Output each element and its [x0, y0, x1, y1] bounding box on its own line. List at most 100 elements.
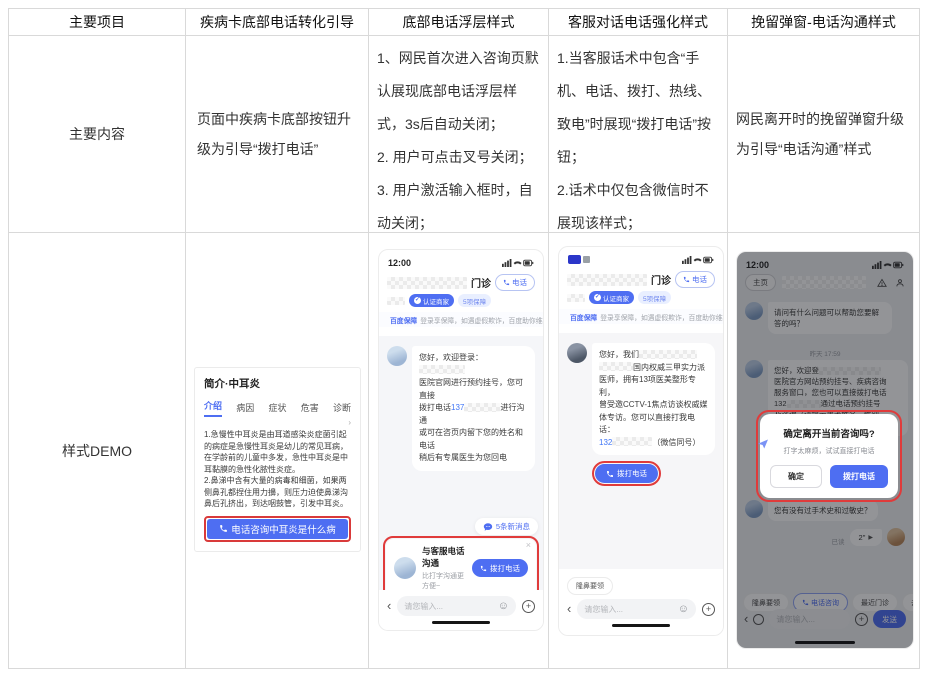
modal-title: 确定离开当前咨询吗? [768, 426, 890, 440]
chat-bubble-icon [483, 522, 493, 532]
home-indicator [612, 624, 670, 627]
button-label: 电话咨询中耳炎是什么病 [231, 522, 336, 536]
check-icon: ✓ [594, 294, 601, 301]
header-disease-card: 疾病卡底部电话转化引导 [186, 9, 369, 36]
tab-harm[interactable]: 危害 [301, 401, 319, 417]
censored-merchant-name [567, 274, 647, 286]
baidu-guarantee-banner[interactable]: 百度保障 登录享保障，如遇虚假欺诈，百度助你维权 › [559, 309, 723, 324]
phone-mockup-retain: 12:00 主页 请问有什么问题可以帮助您要解答的吗？ 昨天 17:59 您好，… [736, 251, 914, 649]
tab-intro[interactable]: 介绍 [204, 399, 222, 417]
confirm-leave-button[interactable]: 确定 [770, 465, 822, 488]
quick-question-chip[interactable]: 隆鼻要领 [567, 577, 613, 595]
header-label: 挽留弹窗-电话沟通样式 [751, 12, 896, 32]
back-icon[interactable]: ‹ [387, 601, 391, 611]
plus-icon[interactable]: + [702, 603, 715, 616]
highlight-box: 拨打电话 [592, 461, 661, 486]
content-text: 网民离开时的挽留弹窗升级为引导“电话沟通”样式 [736, 104, 911, 164]
modal-call-button[interactable]: 拨打电话 [830, 465, 888, 488]
censored-block [639, 350, 697, 359]
message-text: 拨打电话 [419, 403, 451, 412]
header-main-items: 主要项目 [9, 9, 186, 36]
pill-label: 5条新消息 [496, 521, 530, 532]
disease-card-body: 1.急慢性中耳炎是由耳道感染炎症菌引起的病症是急慢性耳炎是幼儿的常见耳病，在学龄… [204, 429, 351, 510]
check-icon: ✓ [414, 297, 421, 304]
content-service-dialog: 1.当客服话术中包含“手机、电话、拨打、热线、致电”时展现“拨打电话”按钮； 2… [549, 36, 728, 233]
verified-badge: ✓认证商家 [589, 291, 634, 304]
message-text: 稍后有专属医生为您回电 [419, 453, 507, 462]
merchant-title: 门诊 [471, 275, 491, 290]
badge-label: 认证商家 [603, 293, 629, 303]
header-label: 疾病卡底部电话转化引导 [200, 12, 354, 32]
badge-label: 认证商家 [423, 296, 449, 306]
app-badge-icon [568, 255, 581, 264]
banner-brand: 百度保障 [390, 315, 417, 325]
float-texts: 与客服电话沟通 比打字沟通更方便~ [422, 545, 466, 591]
censored-block [599, 362, 633, 371]
back-icon[interactable]: ‹ [567, 604, 571, 614]
phone-consult-button[interactable]: 电话咨询中耳炎是什么病 [207, 519, 348, 539]
call-button[interactable]: 拨打电话 [595, 464, 658, 483]
input-placeholder: 请您输入... [404, 601, 443, 612]
phone-number-link[interactable]: 132 [599, 438, 612, 447]
status-bar [559, 247, 723, 267]
message-text: 国内权威三甲实力派 [633, 363, 705, 372]
phone-icon [606, 470, 614, 478]
header-label: 主要项目 [69, 12, 125, 32]
plus-icon[interactable]: + [522, 600, 535, 613]
censored-block [419, 365, 465, 374]
disease-card: 简介·中耳炎 介绍 病因 症状 危害 诊断 › 1.急慢性中耳炎是由耳道感染炎症… [194, 367, 361, 552]
censored-block [387, 297, 405, 305]
consultant-avatar [567, 343, 587, 363]
close-icon[interactable]: × [526, 540, 531, 550]
highlight-box: 确定离开当前咨询吗? 打字太麻烦，试试直接打电话 确定 拨打电话 [756, 410, 902, 502]
demo-bottom-float-cell: 12:00 门诊 电话 ✓认证商家 5项保障 百度保障 登录享保障，如遇虚假欺诈… [369, 233, 549, 669]
new-messages-pill[interactable]: 5条新消息 [475, 518, 538, 535]
input-bar: ‹ 请您输入... ☺ + [379, 590, 543, 630]
disease-card-title: 简介·中耳炎 [204, 376, 351, 391]
disease-card-tabs: 介绍 病因 症状 危害 诊断 [204, 399, 351, 417]
content-bottom-float: 1、网民首次进入咨询页默认展现底部电话浮层样式，3s后自动关闭； 2. 用户可点… [369, 36, 549, 233]
baidu-guarantee-banner[interactable]: 百度保障 登录享保障，如遇虚假欺诈，百度助你维权 › [379, 312, 543, 327]
paper-plane-icon [757, 438, 769, 450]
status-bar: 12:00 [379, 250, 543, 270]
tab-symptom[interactable]: 症状 [268, 401, 286, 417]
message-text: 曾受邀CCTV-1焦点访谈权威媒 [599, 400, 707, 409]
merchant-header: 门诊 电话 [559, 267, 723, 288]
chevron-right-icon[interactable]: › [204, 418, 351, 427]
button-label: 电话 [692, 274, 707, 285]
input-placeholder: 请您输入... [584, 604, 623, 615]
tab-cause[interactable]: 病因 [236, 401, 254, 417]
banner-text: 登录享保障，如遇虚假欺诈，百度助你维权 [420, 315, 543, 325]
message-input[interactable]: 请您输入... ☺ [397, 596, 516, 616]
call-button[interactable]: 拨打电话 [472, 559, 528, 577]
phone-number-link[interactable]: 137 [451, 403, 464, 412]
content-text: 页面中疾病卡底部按钮升级为引导“拨打电话” [197, 104, 357, 164]
emoji-icon[interactable]: ☺ [678, 603, 689, 615]
censored-block [567, 294, 585, 302]
row-label: 样式DEMO [62, 441, 132, 461]
demo-service-dialog-cell: 门诊 电话 ✓认证商家 5项保障 百度保障 登录享保障，如遇虚假欺诈，百度助你维… [549, 233, 728, 669]
emoji-icon[interactable]: ☺ [498, 600, 509, 612]
chat-bubble: 您好，我们 国内权威三甲实力派 医师，拥有13项医美整形专利， 曾受邀CCTV-… [592, 343, 715, 455]
header-call-button[interactable]: 电话 [675, 271, 715, 288]
phone-icon [480, 565, 487, 572]
demo-disease-card-cell: 简介·中耳炎 介绍 病因 症状 危害 诊断 › 1.急慢性中耳炎是由耳道感染炎症… [186, 233, 369, 669]
censored-merchant-name [387, 277, 467, 289]
float-title: 与客服电话沟通 [422, 545, 466, 569]
chat-bubble: 您好，欢迎登录： 医院官网进行预约挂号，您可直接 拨打电话137进行沟通 或可在… [412, 346, 535, 471]
button-label: 电话 [512, 277, 527, 288]
guarantee-badge: 5项保障 [458, 294, 491, 307]
button-label: 拨打电话 [490, 563, 520, 574]
tab-diagnosis[interactable]: 诊断 [333, 401, 351, 417]
float-subtitle: 比打字沟通更方便~ [422, 571, 466, 591]
badge-row: ✓认证商家 5项保障 [379, 291, 543, 307]
header-call-button[interactable]: 电话 [495, 274, 535, 291]
leave-confirm-modal: 确定离开当前咨询吗? 打字太麻烦，试试直接打电话 确定 拨打电话 [760, 414, 898, 498]
chat-message: 您好，我们 国内权威三甲实力派 医师，拥有13项医美整形专利， 曾受邀CCTV-… [559, 333, 723, 455]
highlight-box: 电话咨询中耳炎是什么病 [204, 516, 351, 542]
message-text: （微信同号） [652, 438, 700, 447]
phone-icon [219, 524, 228, 533]
message-input[interactable]: 请您输入... ☺ [577, 599, 696, 619]
app-badge-icon [583, 256, 590, 263]
body-paragraph: 2.鼻涕中含有大量的病毒和细菌，如果两侧鼻孔都捏住用力擤，则压力迫使鼻涕沟鼻后孔… [204, 475, 351, 510]
